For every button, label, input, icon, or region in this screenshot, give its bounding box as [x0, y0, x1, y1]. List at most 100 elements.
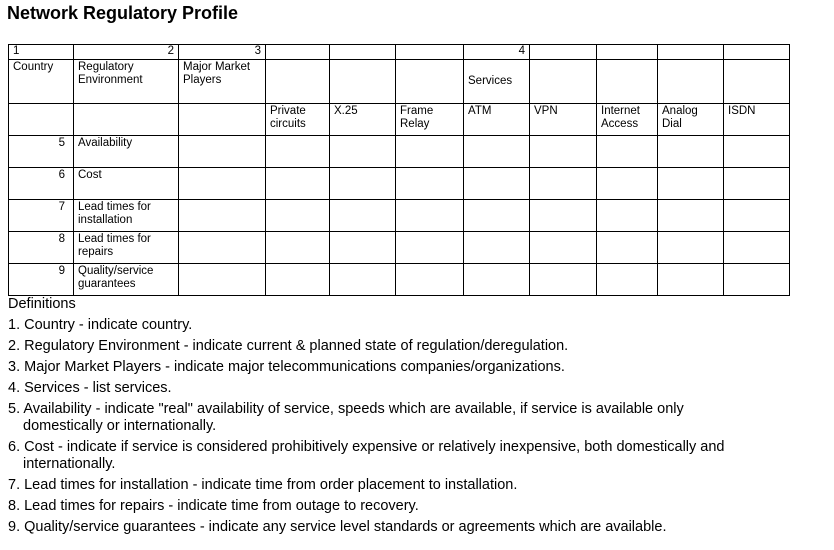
- table-row: 9 Quality/service guarantees: [8, 263, 790, 296]
- row-number: 5: [8, 135, 74, 168]
- definition-text: 6. Cost - indicate if service is conside…: [8, 439, 725, 455]
- row-number: 7: [8, 199, 74, 232]
- service-private-circuits: Private circuits: [265, 103, 330, 136]
- row-number: 6: [8, 167, 74, 200]
- definition-item: 6. Cost - indicate if service is conside…: [8, 439, 834, 473]
- definition-text: 3. Major Market Players - indicate major…: [8, 359, 565, 375]
- header-regulatory-environment: Regulatory Environment: [73, 59, 179, 104]
- row-label: Availability: [73, 135, 179, 168]
- table-cell: [596, 199, 658, 232]
- definition-item: 7. Lead times for installation - indicat…: [8, 477, 834, 494]
- definitions-section: Definitions 1. Country - indicate countr…: [8, 296, 834, 540]
- table-cell: [596, 263, 658, 296]
- service-x25: X.25: [329, 103, 396, 136]
- definition-text: 7. Lead times for installation - indicat…: [8, 477, 518, 493]
- table-cell: [596, 231, 658, 264]
- service-frame-relay: Frame Relay: [395, 103, 464, 136]
- services-row: Private circuits X.25 Frame Relay ATM VP…: [8, 103, 790, 136]
- definition-text: 4. Services - list services.: [8, 380, 172, 396]
- table-cell: [265, 44, 330, 60]
- definition-text: 5. Availability - indicate "real" availa…: [8, 401, 684, 417]
- table-cell: [395, 59, 464, 104]
- definition-item: 9. Quality/service guarantees - indicate…: [8, 519, 834, 536]
- column-number-3: 3: [178, 44, 266, 60]
- table-cell: [723, 167, 790, 200]
- table-cell: [529, 59, 597, 104]
- table-cell: [657, 167, 724, 200]
- table-row: 5 Availability: [8, 135, 790, 168]
- regulatory-profile-table: 1 2 3 4 Country Regulatory Environment M…: [8, 44, 790, 296]
- table-cell: [657, 44, 724, 60]
- table-cell: [329, 199, 396, 232]
- table-cell: [723, 135, 790, 168]
- service-isdn: ISDN: [723, 103, 790, 136]
- row-number: 8: [8, 231, 74, 264]
- definition-item: 4. Services - list services.: [8, 380, 834, 397]
- table-cell: [657, 59, 724, 104]
- row-label: Cost: [73, 167, 179, 200]
- table-cell: [8, 103, 74, 136]
- table-cell: [395, 135, 464, 168]
- service-vpn: VPN: [529, 103, 597, 136]
- definition-item: 2. Regulatory Environment - indicate cur…: [8, 338, 834, 355]
- table-cell: [329, 135, 396, 168]
- table-cell: [529, 231, 597, 264]
- table-cell: [723, 199, 790, 232]
- header-major-market-players: Major Market Players: [178, 59, 266, 104]
- table-cell: [723, 231, 790, 264]
- service-atm: ATM: [463, 103, 530, 136]
- table-cell: [529, 199, 597, 232]
- table-cell: [265, 167, 330, 200]
- header-services-cell: Services: [463, 59, 530, 104]
- table-cell: [395, 263, 464, 296]
- table-cell: [529, 44, 597, 60]
- header-row: Country Regulatory Environment Major Mar…: [8, 59, 790, 104]
- table-cell: [657, 231, 724, 264]
- table-cell: [329, 59, 396, 104]
- definition-item: 1. Country - indicate country.: [8, 317, 834, 334]
- table-cell: [463, 199, 530, 232]
- definition-item: 8. Lead times for repairs - indicate tim…: [8, 498, 834, 515]
- definition-text: 1. Country - indicate country.: [8, 317, 193, 333]
- table-cell: [463, 167, 530, 200]
- table-row: 7 Lead times for installation: [8, 199, 790, 232]
- table-cell: [178, 167, 266, 200]
- table-cell: [178, 263, 266, 296]
- table-cell: [463, 263, 530, 296]
- table-cell: [329, 44, 396, 60]
- table-cell: [178, 103, 266, 136]
- definitions-heading: Definitions: [8, 296, 76, 312]
- table-cell: [395, 44, 464, 60]
- table-cell: [178, 135, 266, 168]
- header-country: Country: [8, 59, 74, 104]
- table-cell: [529, 167, 597, 200]
- service-analog-dial: Analog Dial: [657, 103, 724, 136]
- definition-text: 9. Quality/service guarantees - indicate…: [8, 519, 667, 535]
- table-cell: [329, 231, 396, 264]
- row-label: Lead times for repairs: [73, 231, 179, 264]
- table-cell: [329, 167, 396, 200]
- page-title: Network Regulatory Profile: [7, 3, 239, 23]
- table-cell: [463, 231, 530, 264]
- table-cell: [529, 135, 597, 168]
- table-cell: [723, 44, 790, 60]
- table-cell: [265, 263, 330, 296]
- table-cell: [395, 231, 464, 264]
- table-cell: [265, 135, 330, 168]
- table-row: 8 Lead times for repairs: [8, 231, 790, 264]
- table-cell: [596, 44, 658, 60]
- table-cell: [73, 103, 179, 136]
- column-number-1: 1: [8, 44, 74, 60]
- row-label: Lead times for installation: [73, 199, 179, 232]
- column-number-2: 2: [73, 44, 179, 60]
- table-cell: [657, 263, 724, 296]
- definition-text: 2. Regulatory Environment - indicate cur…: [8, 338, 569, 354]
- table-cell: [178, 199, 266, 232]
- table-cell: [463, 135, 530, 168]
- table-cell: [265, 199, 330, 232]
- row-label: Quality/service guarantees: [73, 263, 179, 296]
- table-cell: [395, 167, 464, 200]
- definition-item: 5. Availability - indicate "real" availa…: [8, 401, 834, 435]
- table-cell: [529, 263, 597, 296]
- table-cell: [657, 135, 724, 168]
